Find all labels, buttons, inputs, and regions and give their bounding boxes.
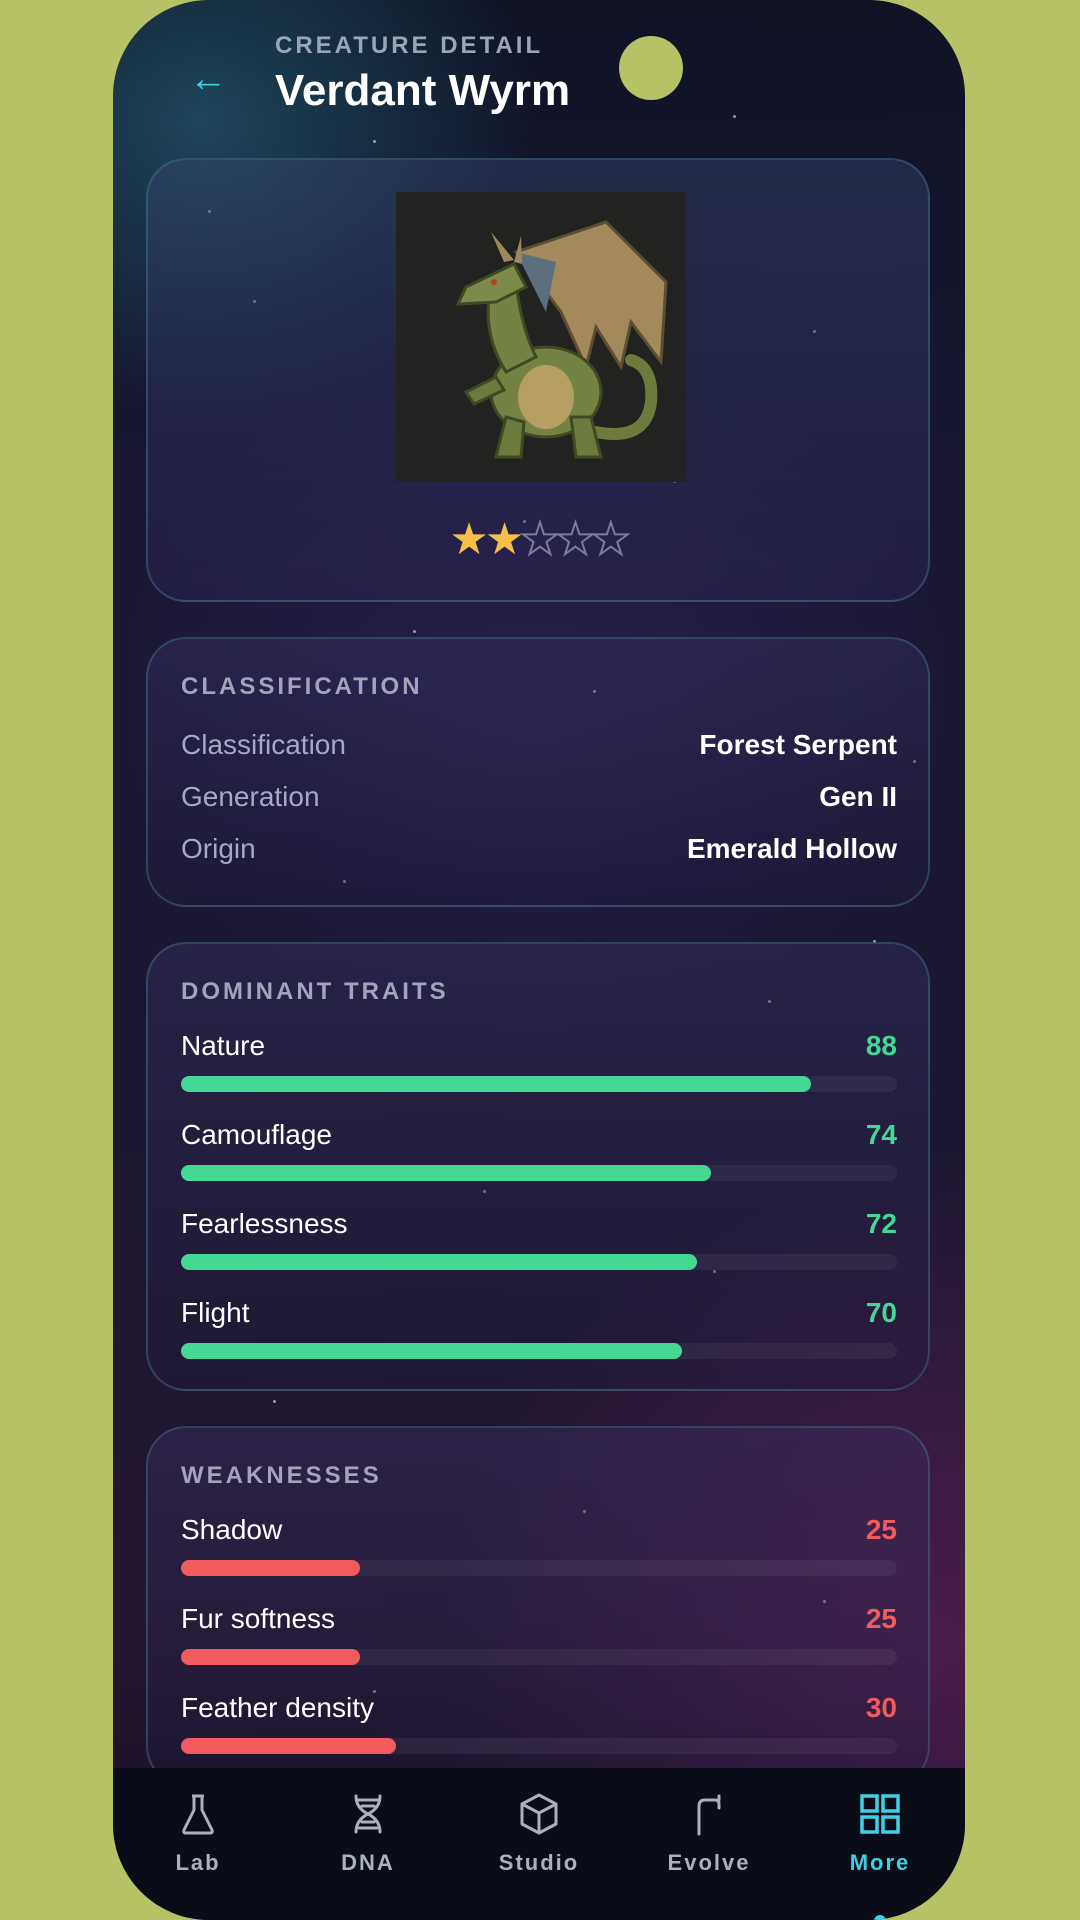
cube-icon xyxy=(520,1793,558,1835)
kv-row: Origin Emerald Hollow xyxy=(181,833,897,873)
kv-value: Emerald Hollow xyxy=(686,833,897,864)
trait-fill xyxy=(181,1076,812,1092)
page-title: Verdant Wyrm xyxy=(275,66,571,115)
star-empty-icon: ★ xyxy=(590,514,632,565)
trait-track xyxy=(181,1343,897,1359)
back-button[interactable]: ← xyxy=(189,60,227,98)
star-empty-icon: ★ xyxy=(555,514,597,565)
trait-label: Fearlessness xyxy=(181,1208,348,1239)
nav-label: More xyxy=(849,1850,911,1875)
nav-item-dna[interactable]: DNA xyxy=(308,1790,428,1876)
active-indicator xyxy=(871,1912,889,1920)
trait-track xyxy=(181,1254,897,1270)
trait-label: Camouflage xyxy=(181,1119,332,1150)
trait-label: Flight xyxy=(181,1297,250,1328)
star-filled-icon: ★ xyxy=(484,515,525,564)
star-filled-icon: ★ xyxy=(449,515,489,564)
camera-notch xyxy=(619,36,683,100)
grid-icon xyxy=(860,1794,900,1834)
branch-icon xyxy=(697,1794,721,1836)
kv-value: Forest Serpent xyxy=(699,729,897,760)
trait-row: Flight 70 xyxy=(181,1297,897,1367)
trait-row: Nature 88 xyxy=(181,1030,897,1100)
trait-track xyxy=(181,1165,897,1181)
bottom-nav: Lab DNA Studio Evolve More xyxy=(113,1768,965,1920)
arrow-left-icon: ← xyxy=(189,58,227,100)
trait-row: Fearlessness 72 xyxy=(181,1208,897,1278)
weaknesses-card: WEAKNESSES Shadow 25 Fur softness 25 Fea… xyxy=(146,1426,930,1786)
weakness-fill xyxy=(181,1649,360,1665)
nav-label: Lab xyxy=(175,1850,221,1875)
nav-label: Evolve xyxy=(667,1850,751,1875)
weakness-track xyxy=(181,1560,897,1576)
section-title: WEAKNESSES xyxy=(181,1462,382,1489)
trait-value: 72 xyxy=(865,1208,897,1239)
page-eyebrow: CREATURE DETAIL xyxy=(275,32,544,59)
weakness-label: Shadow xyxy=(181,1514,283,1545)
weakness-value: 30 xyxy=(865,1692,897,1723)
section-title: CLASSIFICATION xyxy=(181,673,423,700)
creature-card: ★★★★★ xyxy=(146,158,930,602)
dragon-illustration xyxy=(396,192,686,482)
trait-fill xyxy=(181,1343,683,1359)
creature-image xyxy=(396,192,686,482)
classification-card: CLASSIFICATION Classification Forest Ser… xyxy=(146,637,930,907)
trait-value: 88 xyxy=(865,1030,897,1061)
weakness-fill xyxy=(181,1738,396,1754)
kv-label: Classification xyxy=(181,729,346,760)
weakness-fill xyxy=(181,1560,360,1576)
traits-card: DOMINANT TRAITS Nature 88 Camouflage 74 … xyxy=(146,942,930,1391)
trait-fill xyxy=(181,1165,711,1181)
phone-screen: ← CREATURE DETAIL Verdant Wyrm ★★★★★ CLA… xyxy=(113,0,965,1920)
kv-value: Gen II xyxy=(819,781,897,812)
weakness-row: Fur softness 25 xyxy=(181,1603,897,1673)
kv-row: Generation Gen II xyxy=(181,781,897,821)
trait-label: Nature xyxy=(181,1030,266,1061)
weakness-track xyxy=(181,1738,897,1754)
nav-item-more[interactable]: More xyxy=(820,1790,940,1920)
dna-icon xyxy=(354,1794,382,1834)
trait-value: 74 xyxy=(865,1119,897,1150)
weakness-value: 25 xyxy=(865,1603,897,1634)
nav-item-lab[interactable]: Lab xyxy=(138,1790,258,1876)
trait-fill xyxy=(181,1254,697,1270)
weakness-row: Feather density 30 xyxy=(181,1692,897,1762)
nav-label: Studio xyxy=(498,1850,580,1875)
trait-row: Camouflage 74 xyxy=(181,1119,897,1189)
section-title: DOMINANT TRAITS xyxy=(181,978,449,1005)
trait-track xyxy=(181,1076,897,1092)
weakness-row: Shadow 25 xyxy=(181,1514,897,1584)
weakness-value: 25 xyxy=(865,1514,897,1545)
flask-icon xyxy=(182,1794,214,1835)
kv-label: Origin xyxy=(181,833,256,864)
weakness-label: Fur softness xyxy=(181,1603,336,1634)
star-rating: ★★★★★ xyxy=(148,514,928,565)
nav-item-evolve[interactable]: Evolve xyxy=(649,1790,769,1876)
weakness-track xyxy=(181,1649,897,1665)
kv-row: Classification Forest Serpent xyxy=(181,729,897,769)
nav-label: DNA xyxy=(341,1850,395,1875)
trait-value: 70 xyxy=(865,1297,897,1328)
weakness-label: Feather density xyxy=(181,1692,374,1723)
kv-label: Generation xyxy=(181,781,320,812)
star-empty-icon: ★ xyxy=(519,514,561,565)
nav-item-studio[interactable]: Studio xyxy=(479,1790,599,1876)
